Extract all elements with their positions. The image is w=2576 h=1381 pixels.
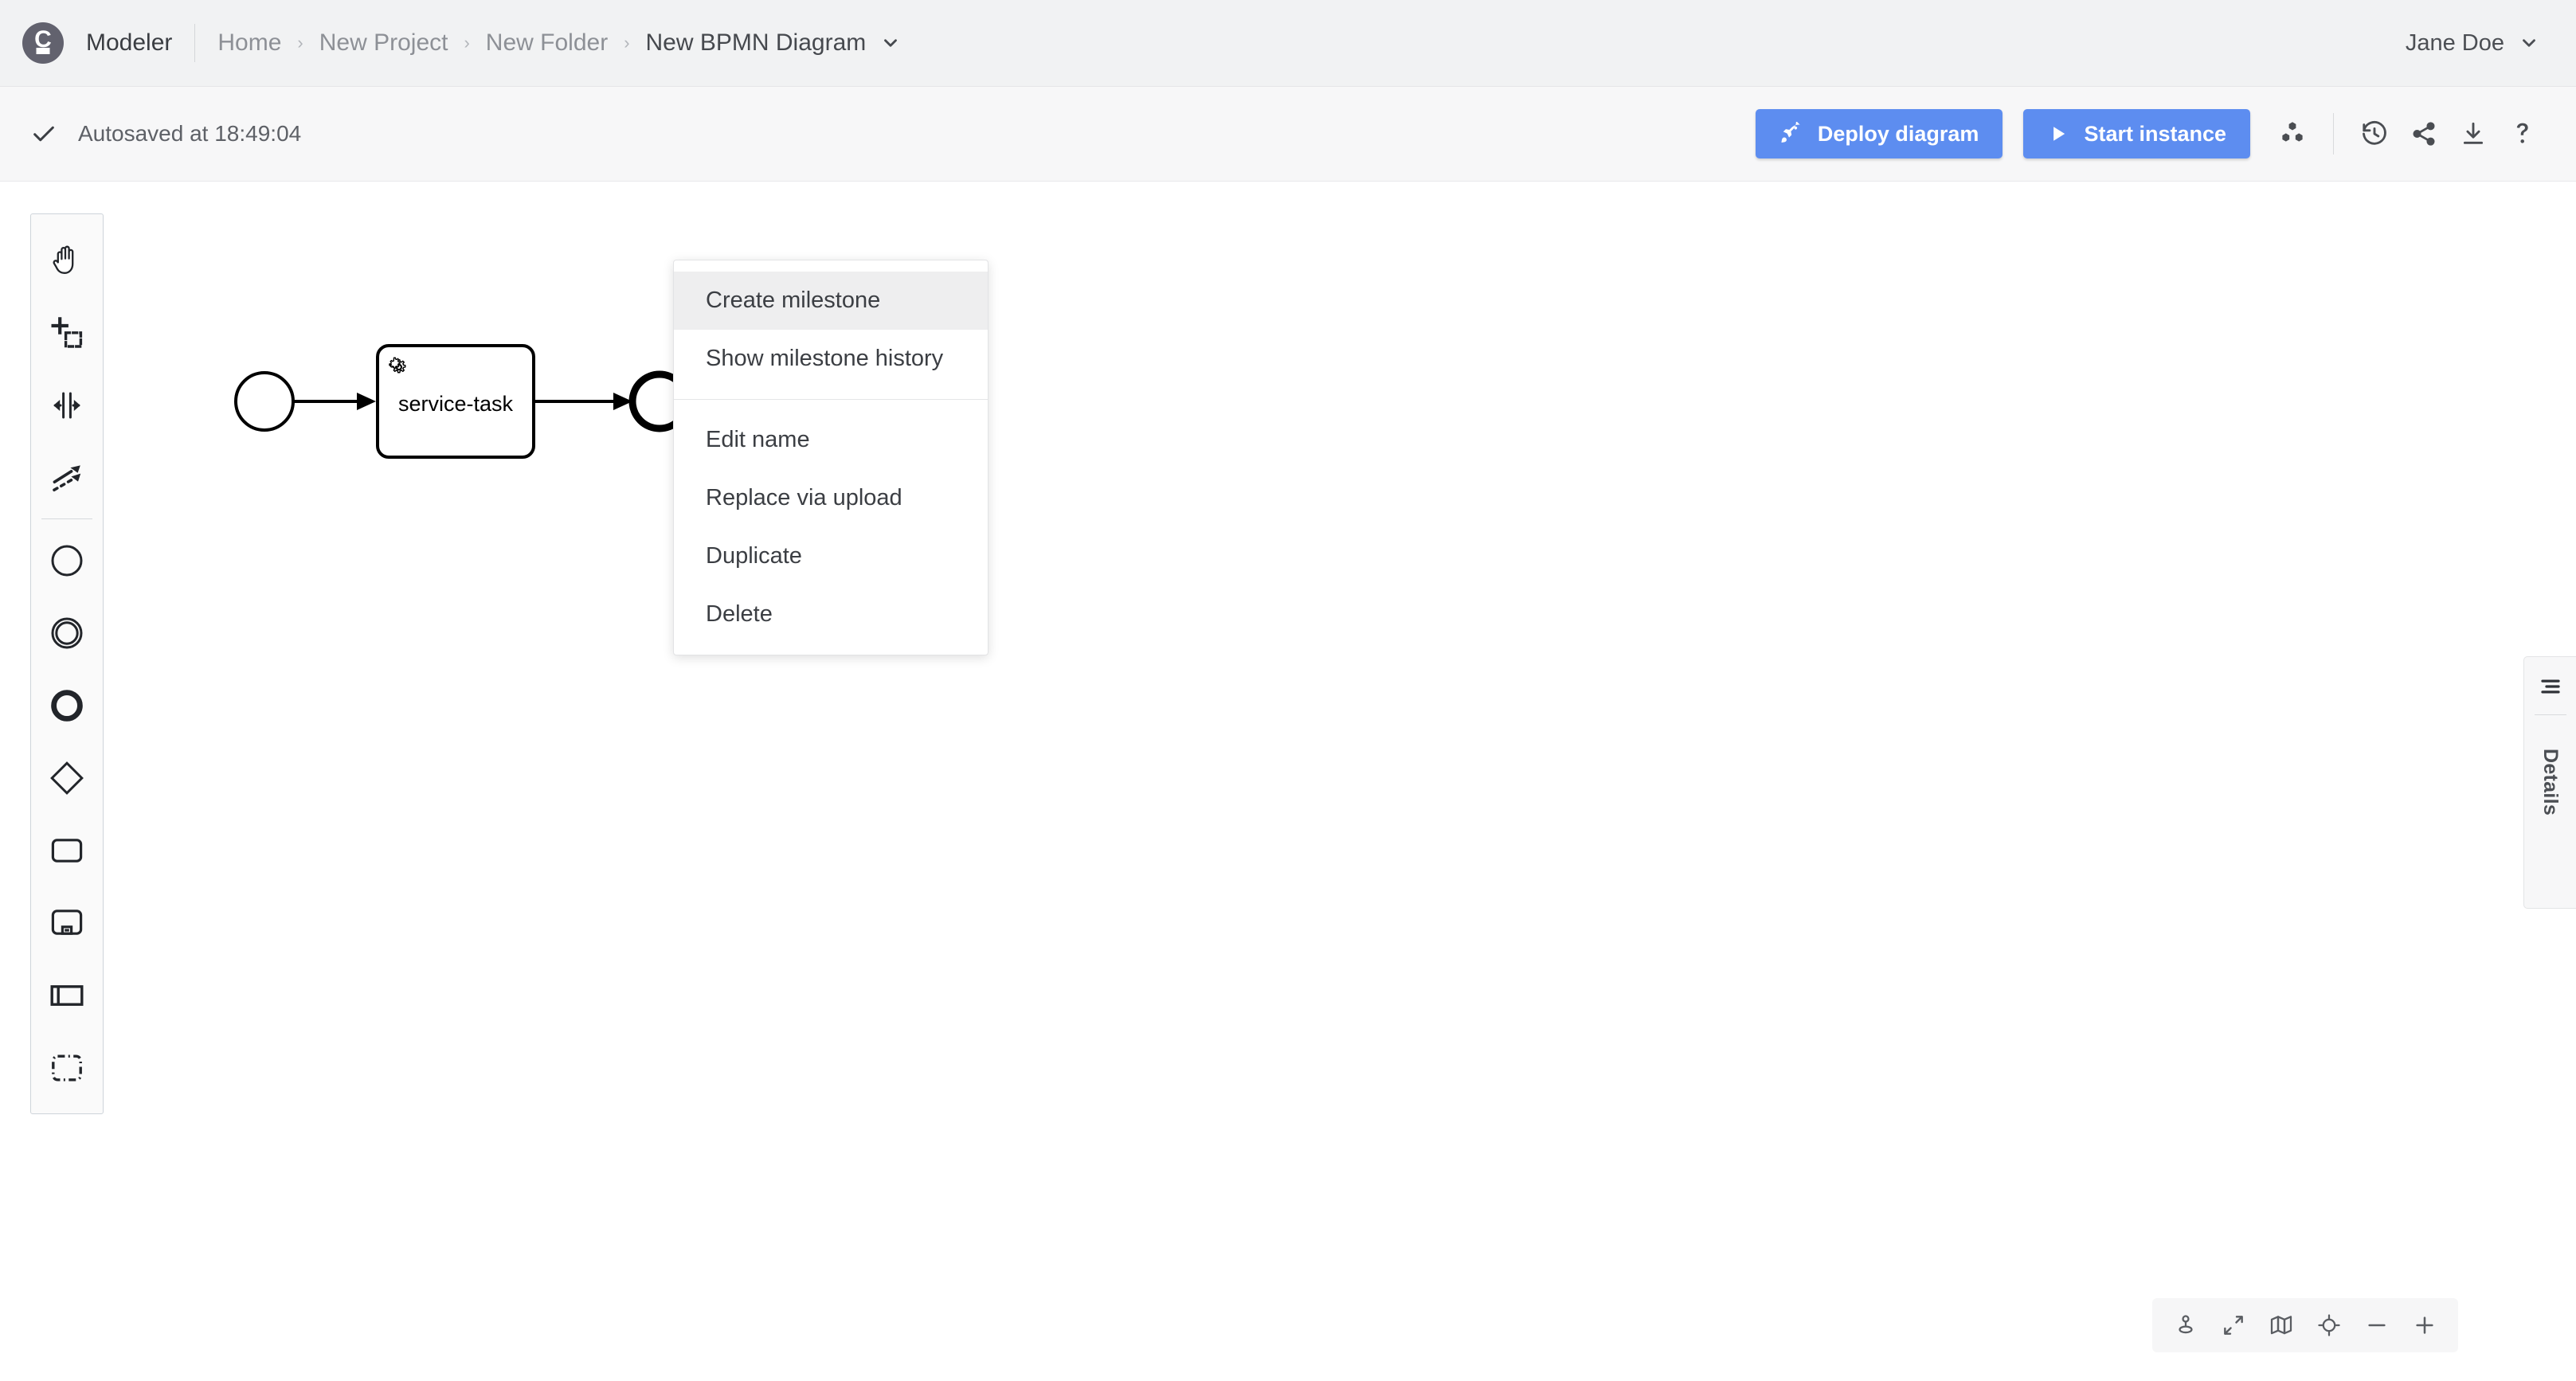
diagram-context-menu: Create milestone Show milestone history … bbox=[673, 260, 989, 655]
editor-toolbar: Autosaved at 18:49:04 Deploy diagram Sta… bbox=[0, 87, 2576, 182]
autosave-text: Autosaved at 18:49:04 bbox=[78, 121, 302, 146]
menu-item-label: Show milestone history bbox=[706, 346, 944, 371]
header-divider bbox=[194, 24, 196, 62]
bpmn-sequence-flow[interactable] bbox=[293, 393, 376, 410]
chevron-down-icon[interactable] bbox=[2519, 33, 2539, 53]
app-title: Modeler bbox=[86, 29, 173, 56]
check-icon bbox=[30, 120, 57, 147]
bpmn-service-task[interactable]: service-task bbox=[376, 344, 535, 459]
canvas-zoom-toolbar bbox=[2152, 1298, 2458, 1352]
subprocess-icon[interactable] bbox=[30, 886, 104, 959]
bpmn-sequence-flow[interactable] bbox=[534, 393, 632, 410]
details-panel-label: Details bbox=[2539, 749, 2562, 816]
logo-wrap[interactable]: C bbox=[22, 22, 64, 64]
breadcrumb-separator: › bbox=[297, 33, 303, 53]
toolbar-actions: Deploy diagram Start instance bbox=[1755, 109, 2547, 158]
deploy-diagram-button[interactable]: Deploy diagram bbox=[1755, 109, 2003, 158]
minimap-icon[interactable] bbox=[2257, 1301, 2305, 1349]
menu-divider bbox=[674, 399, 988, 400]
panel-divider bbox=[2534, 714, 2566, 715]
start-instance-label: Start instance bbox=[2084, 121, 2226, 146]
breadcrumb-item-home[interactable]: Home bbox=[217, 29, 281, 57]
menu-item-edit-name[interactable]: Edit name bbox=[674, 411, 988, 469]
panel-menu-icon[interactable] bbox=[2539, 675, 2562, 698]
play-icon bbox=[2047, 123, 2069, 145]
bpmn-task-label: service-task bbox=[398, 392, 514, 416]
menu-item-create-milestone[interactable]: Create milestone bbox=[674, 272, 988, 330]
deploy-diagram-label: Deploy diagram bbox=[1817, 121, 1979, 146]
toolbar-divider bbox=[2333, 113, 2334, 155]
breadcrumb-separator: › bbox=[624, 33, 630, 53]
menu-item-duplicate[interactable]: Duplicate bbox=[674, 527, 988, 585]
modeler-app: C Modeler Home › New Project › New Folde… bbox=[0, 0, 2576, 1381]
logo-bar bbox=[36, 48, 50, 54]
menu-item-label: Duplicate bbox=[706, 543, 802, 569]
menu-item-label: Create milestone bbox=[706, 288, 881, 313]
menu-item-label: Edit name bbox=[706, 427, 810, 452]
breadcrumb-item-new-project[interactable]: New Project bbox=[319, 29, 448, 57]
group-icon[interactable] bbox=[30, 1031, 104, 1104]
bpmn-start-event[interactable] bbox=[234, 371, 295, 432]
autosave-status: Autosaved at 18:49:04 bbox=[30, 120, 301, 147]
reset-zoom-icon[interactable] bbox=[2305, 1301, 2353, 1349]
menu-item-label: Delete bbox=[706, 601, 773, 627]
camunda-logo-icon[interactable]: C bbox=[22, 22, 64, 64]
location-pin-icon[interactable] bbox=[2162, 1301, 2210, 1349]
chevron-down-icon[interactable] bbox=[880, 33, 901, 53]
zoom-out-icon[interactable] bbox=[2353, 1301, 2401, 1349]
share-icon[interactable] bbox=[2399, 109, 2449, 158]
menu-item-label: Replace via upload bbox=[706, 485, 902, 511]
zoom-in-icon[interactable] bbox=[2401, 1301, 2449, 1349]
cluster-icon[interactable] bbox=[2268, 109, 2317, 158]
diagram-canvas[interactable]: service-task Create milestone Show miles… bbox=[0, 182, 2576, 1381]
user-name: Jane Doe bbox=[2405, 29, 2504, 56]
start-instance-button[interactable]: Start instance bbox=[2023, 109, 2250, 158]
breadcrumb-item-new-folder[interactable]: New Folder bbox=[486, 29, 608, 57]
pool-icon[interactable] bbox=[30, 959, 104, 1031]
menu-item-replace-via-upload[interactable]: Replace via upload bbox=[674, 469, 988, 527]
menu-item-show-milestone-history[interactable]: Show milestone history bbox=[674, 330, 988, 388]
app-header: C Modeler Home › New Project › New Folde… bbox=[0, 0, 2576, 87]
breadcrumb-separator: › bbox=[464, 33, 470, 53]
download-icon[interactable] bbox=[2449, 109, 2498, 158]
history-icon[interactable] bbox=[2350, 109, 2399, 158]
breadcrumb: Home › New Project › New Folder › New BP… bbox=[217, 29, 901, 57]
header-user-area[interactable]: Jane Doe bbox=[2406, 30, 2539, 57]
help-icon[interactable] bbox=[2498, 109, 2547, 158]
task-icon[interactable] bbox=[30, 814, 104, 886]
gateway-icon[interactable] bbox=[30, 741, 104, 814]
breadcrumb-item-new-bpmn-diagram[interactable]: New BPMN Diagram bbox=[646, 29, 867, 57]
menu-item-delete[interactable]: Delete bbox=[674, 585, 988, 644]
details-panel-tab[interactable]: Details bbox=[2523, 656, 2576, 909]
fit-viewport-icon[interactable] bbox=[2210, 1301, 2257, 1349]
rocket-icon bbox=[1779, 122, 1803, 146]
